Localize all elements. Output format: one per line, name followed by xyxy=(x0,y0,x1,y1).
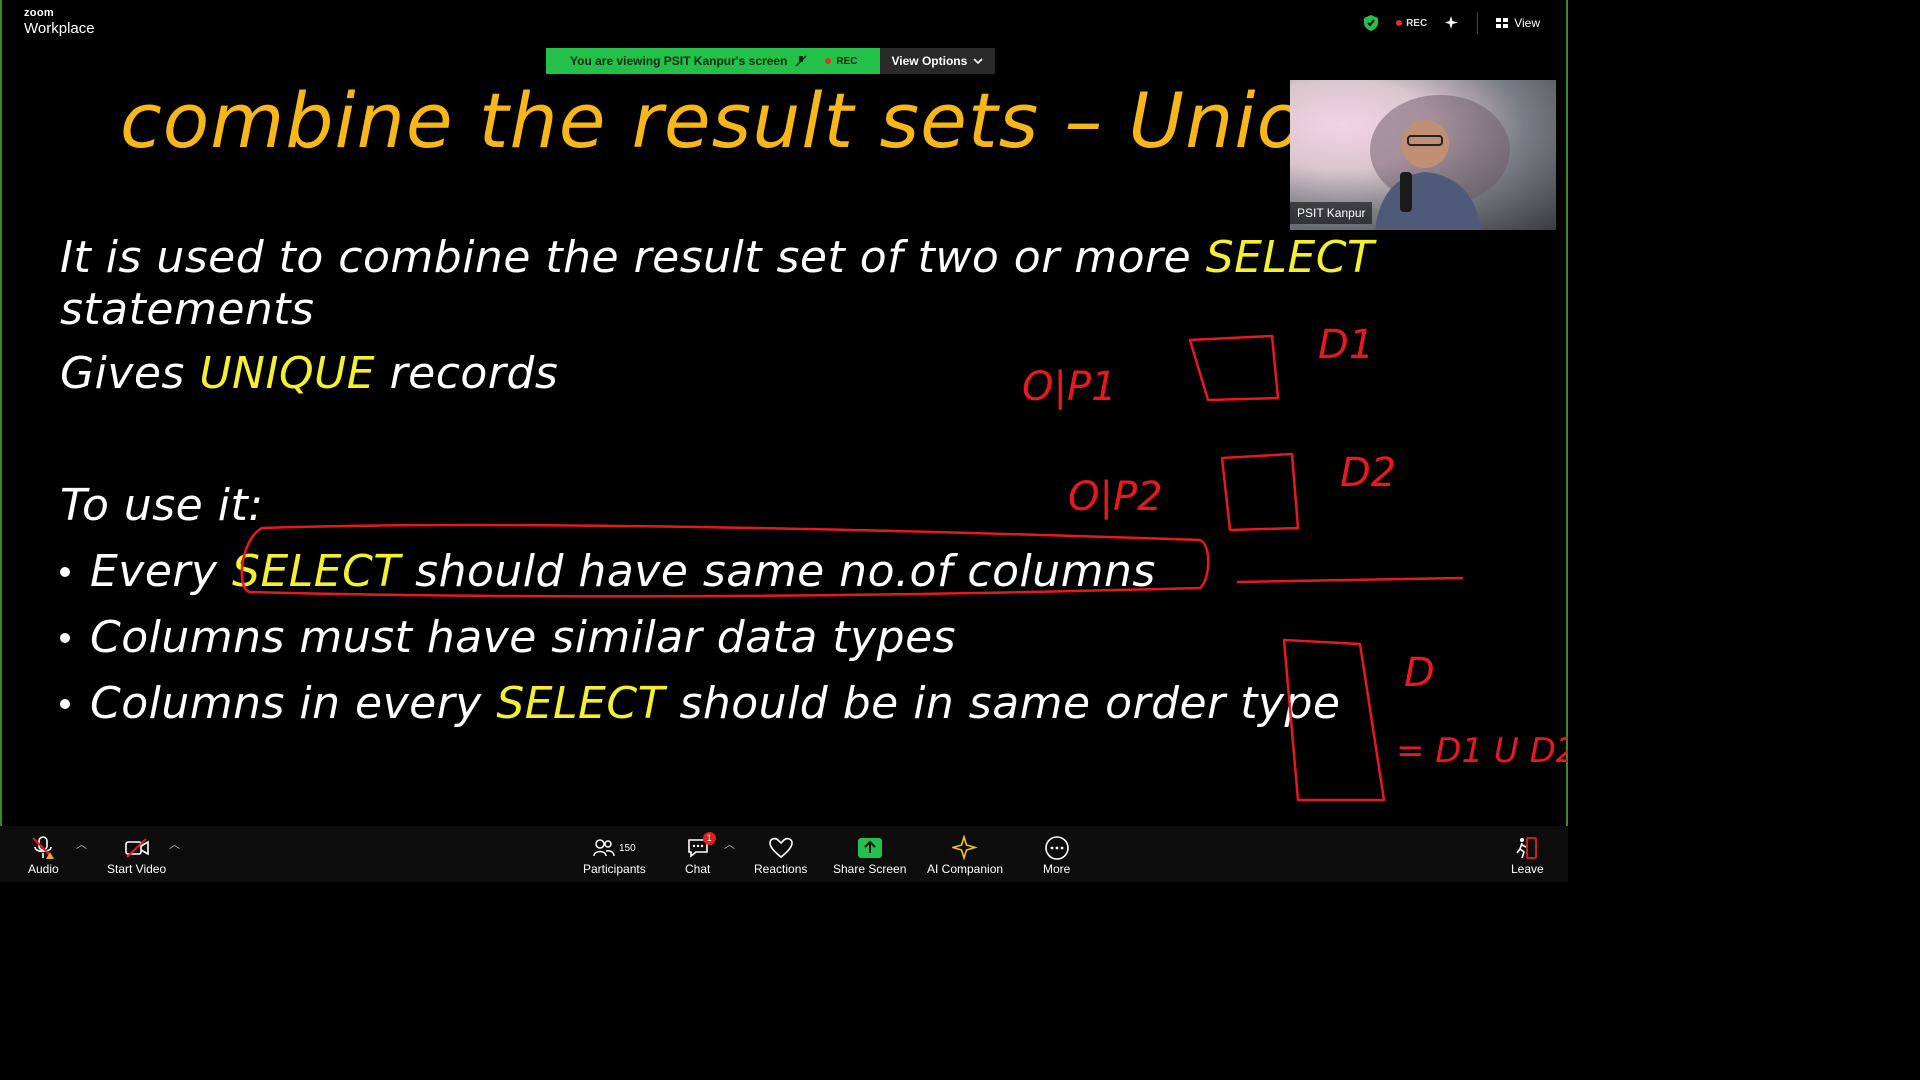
b3-highlight: SELECT xyxy=(496,678,665,729)
b1-pre: Every xyxy=(90,546,233,597)
chat-caret-icon[interactable]: ︿ xyxy=(724,836,735,852)
ink-underline xyxy=(1236,576,1464,584)
divider xyxy=(1477,12,1479,34)
reactions-button[interactable]: Reactions xyxy=(754,834,807,876)
view-button[interactable]: View xyxy=(1496,16,1540,30)
chat-badge: 1 xyxy=(702,832,716,845)
b3-post: should be in same order type xyxy=(664,678,1341,729)
muted-mic-icon xyxy=(795,55,807,67)
zoom-logo: zoom Workplace xyxy=(24,7,95,37)
audio-label: Audio xyxy=(28,862,59,876)
ai-companion-label: AI Companion xyxy=(927,862,1004,876)
bullet-3: Columns in every SELECT should be in sam… xyxy=(90,678,1340,729)
video-caret-icon[interactable]: ︿ xyxy=(169,836,180,852)
bullet-2: Columns must have similar data types xyxy=(90,612,957,663)
heart-icon xyxy=(768,837,793,859)
grid-icon xyxy=(1496,17,1509,28)
ink-box-1 xyxy=(1188,334,1280,402)
bullet-1: Every SELECT should have same no.of colu… xyxy=(90,546,1156,597)
leave-icon xyxy=(1516,837,1538,859)
view-options-button[interactable]: View Options xyxy=(879,48,996,74)
more-icon xyxy=(1044,836,1069,860)
viewing-indicator: You are viewing PSIT Kanpur's screen REC xyxy=(546,48,880,74)
start-video-button[interactable]: Start Video xyxy=(107,834,166,876)
participants-label: Participants xyxy=(583,862,646,876)
meeting-toolbar: Audio ︿ Start Video ︿ 150 Participants 1… xyxy=(0,826,1568,882)
share-screen-icon xyxy=(857,838,882,858)
participants-icon xyxy=(593,839,615,857)
slide-line-1: It is used to combine the result set of … xyxy=(60,232,1374,283)
view-options-label: View Options xyxy=(891,54,968,68)
bullet-icon xyxy=(60,633,70,643)
sparkle-icon[interactable] xyxy=(1445,16,1459,30)
chat-button[interactable]: 1 Chat xyxy=(685,832,716,876)
banner-rec-dot-icon xyxy=(825,58,832,64)
shield-icon[interactable] xyxy=(1364,15,1379,31)
brand-small: zoom xyxy=(24,7,54,19)
video-tile[interactable]: PSIT Kanpur xyxy=(1290,80,1556,230)
ink-formula: = D1 U D2 xyxy=(1396,731,1568,771)
mic-muted-icon xyxy=(32,836,55,859)
line3-pre: Gives xyxy=(60,348,200,399)
b1-post: should have same no.of columns xyxy=(400,546,1156,597)
line1-highlight: SELECT xyxy=(1205,232,1375,283)
b3-pre: Columns in every xyxy=(90,678,497,729)
banner-rec: REC xyxy=(825,55,858,67)
brand-big: Workplace xyxy=(24,20,95,37)
rec-label: REC xyxy=(1406,17,1428,29)
slide-title: combine the result sets – Union xyxy=(120,76,1354,165)
line3-post: records xyxy=(375,348,559,399)
ink-op1: O|P1 xyxy=(1022,364,1117,410)
ai-companion-button[interactable]: AI Companion xyxy=(927,834,1003,876)
view-label: View xyxy=(1514,16,1540,30)
more-button[interactable]: More xyxy=(1043,834,1070,876)
ai-sparkle-icon xyxy=(952,835,978,861)
bullet-icon xyxy=(60,699,70,709)
recording-indicator[interactable]: REC xyxy=(1396,18,1427,29)
leave-button[interactable]: Leave xyxy=(1511,834,1544,876)
reactions-label: Reactions xyxy=(754,862,808,876)
leave-label: Leave xyxy=(1511,862,1544,876)
video-off-icon xyxy=(124,838,149,858)
top-right-controls: REC View xyxy=(1364,12,1540,34)
ink-d: D xyxy=(1404,650,1435,696)
slide-line-3: Gives UNIQUE records xyxy=(60,348,558,399)
bullet-icon xyxy=(60,567,70,577)
slide-line-4: To use it: xyxy=(60,480,264,531)
ink-d2: D2 xyxy=(1340,450,1396,496)
viewing-text: You are viewing PSIT Kanpur's screen xyxy=(570,54,788,68)
line3-highlight: UNIQUE xyxy=(199,348,376,399)
more-label: More xyxy=(1043,862,1071,876)
b1-highlight: SELECT xyxy=(232,546,401,597)
share-screen-button[interactable]: Share Screen xyxy=(833,834,906,876)
banner-rec-label: REC xyxy=(836,55,858,67)
audio-button[interactable]: Audio xyxy=(28,834,59,876)
ink-box-2 xyxy=(1220,452,1300,532)
audio-caret-icon[interactable]: ︿ xyxy=(76,836,87,852)
start-video-label: Start Video xyxy=(107,862,167,876)
participants-button[interactable]: 150 Participants xyxy=(583,834,646,876)
participants-count: 150 xyxy=(619,842,636,854)
slide-line-2: statements xyxy=(60,284,315,335)
rec-dot-icon xyxy=(1396,20,1403,26)
ink-op2: O|P2 xyxy=(1068,474,1163,520)
chevron-down-icon xyxy=(973,57,983,64)
ink-d1: D1 xyxy=(1318,322,1374,368)
share-banner: You are viewing PSIT Kanpur's screen REC… xyxy=(546,48,996,74)
participant-name: PSIT Kanpur xyxy=(1290,202,1373,224)
share-screen-label: Share Screen xyxy=(833,862,907,876)
chat-label: Chat xyxy=(685,862,711,876)
line1-text: It is used to combine the result set of … xyxy=(60,232,1206,283)
